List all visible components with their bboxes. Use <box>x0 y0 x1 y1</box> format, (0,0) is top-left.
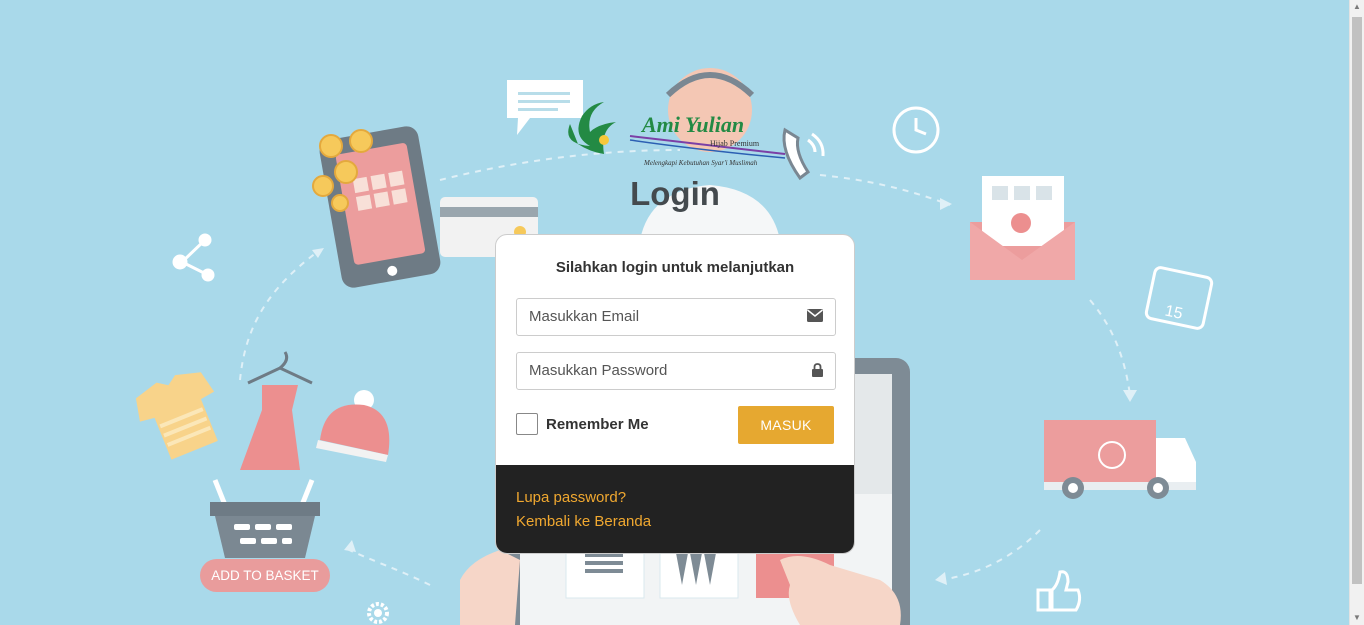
dress-illustration <box>240 351 313 470</box>
thumbs-up-icon <box>1036 570 1082 612</box>
login-card: Silahkan login untuk melanjutkan Remembe… <box>495 234 855 554</box>
calendar-icon: 15 <box>1144 266 1214 330</box>
svg-text:Ami Yulian: Ami Yulian <box>640 112 744 137</box>
remember-checkbox[interactable] <box>516 413 538 435</box>
email-field-wrapper <box>516 298 836 336</box>
envelope-icon <box>807 309 823 327</box>
login-button[interactable]: MASUK <box>738 406 834 444</box>
lock-icon <box>812 363 823 382</box>
back-to-home-link[interactable]: Kembali ke Beranda <box>516 513 651 530</box>
scroll-up-icon[interactable]: ▲ <box>1350 0 1364 14</box>
svg-text:Hijab Premium: Hijab Premium <box>710 139 760 148</box>
svg-text:15: 15 <box>1163 303 1184 323</box>
delivery-truck-illustration <box>1044 420 1196 499</box>
password-input[interactable] <box>517 353 799 387</box>
add-to-basket-badge: ADD TO BASKET <box>200 559 330 592</box>
email-input[interactable] <box>517 299 799 333</box>
remember-label: Remember Me <box>546 415 649 433</box>
card-footer: Lupa password? Kembali ke Beranda <box>496 465 854 553</box>
scroll-down-icon[interactable]: ▼ <box>1350 611 1364 625</box>
hat-illustration <box>316 390 390 462</box>
scrollbar-thumb[interactable] <box>1352 17 1362 584</box>
share-icon <box>172 233 215 282</box>
password-field-wrapper <box>516 352 836 390</box>
tshirt-illustration <box>135 372 218 460</box>
forgot-password-link[interactable]: Lupa password? <box>516 489 626 506</box>
basket-illustration <box>210 479 320 558</box>
login-heading: Silahkan login untuk melanjutkan <box>555 259 795 276</box>
clock-icon <box>892 106 940 154</box>
vertical-scrollbar[interactable]: ▲ ▼ <box>1349 0 1364 625</box>
remember-me[interactable]: Remember Me <box>516 413 649 435</box>
brand-logo: Ami Yulian Hijab Premium Melengkapi Kebu… <box>560 94 810 172</box>
svg-text:Melengkapi Kebutuhan Syar'i Mu: Melengkapi Kebutuhan Syar'i Muslimah <box>643 159 758 167</box>
logo-mark-icon: Ami Yulian Hijab Premium Melengkapi Kebu… <box>568 102 786 167</box>
gear-icon <box>367 602 389 624</box>
page-title: Login <box>630 175 720 212</box>
